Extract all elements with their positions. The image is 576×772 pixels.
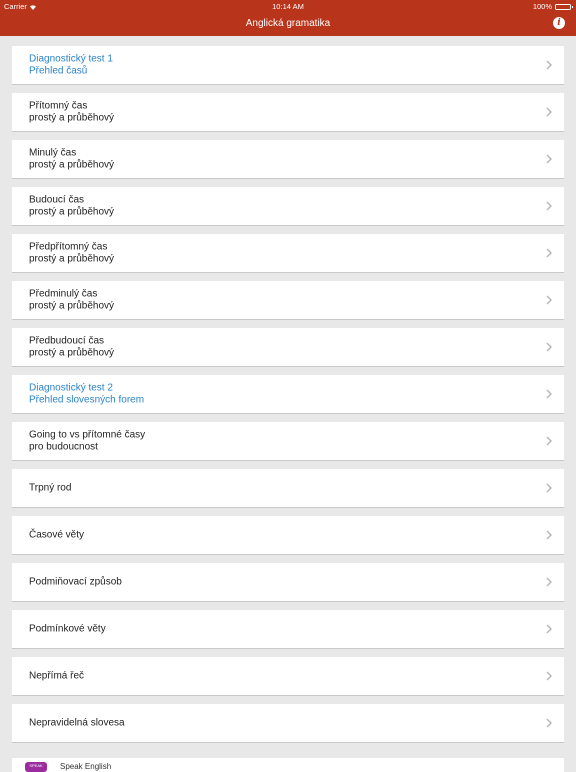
menu-item[interactable]: Předpřítomný čas prostý a průběhový	[12, 234, 564, 273]
menu-item-subtitle: prostý a průběhový	[29, 347, 115, 358]
menu-item-title: Časové věty	[29, 529, 85, 541]
menu-item-text: Podmínkové věty	[29, 623, 106, 635]
menu-item[interactable]: Diagnostický test 2 Přehled slovesných fo…	[12, 375, 564, 414]
menu-item-title: Předpřítomný čas	[29, 241, 108, 253]
menu-item-subtitle: prostý a průběhový	[29, 159, 115, 170]
battery-percent: 100%	[532, 2, 552, 11]
menu-item-subtitle: pro budoucnost	[29, 441, 98, 452]
menu-item[interactable]: Trpný rod	[12, 469, 564, 508]
menu-item-text: Přítomný čas prostý a průběhový	[29, 101, 114, 124]
chevron-right-icon	[546, 577, 552, 587]
menu-item-text: Předbudoucí čas prostý a průběhový	[29, 336, 114, 359]
page-title: Anglická gramatika	[245, 18, 331, 29]
status-time: 10:14 AM	[272, 2, 304, 11]
chevron-right-icon	[546, 107, 552, 117]
menu-item-text: Nepřímá řeč	[29, 670, 84, 682]
menu-list: Diagnostický test 1 Přehled časů Přítomný …	[12, 46, 564, 751]
menu-item[interactable]: Přítomný čas prostý a průběhový	[12, 93, 564, 132]
chevron-right-icon	[546, 389, 552, 399]
chevron-right-icon	[546, 671, 552, 681]
chevron-right-icon	[546, 295, 552, 305]
menu-item[interactable]: Nepřímá řeč	[12, 657, 564, 696]
menu-item-subtitle: prostý a průběhový	[29, 253, 115, 264]
menu-item-title: Nepravidelná slovesa	[29, 717, 125, 729]
menu-item[interactable]: Podmínkové věty	[12, 610, 564, 649]
app-icon: SPEAK	[25, 762, 47, 772]
menu-item-subtitle: prostý a průběhový	[29, 112, 115, 123]
menu-item-title: Předminulý čas	[29, 288, 98, 300]
menu-item-title: Going to vs přítomné časy	[29, 429, 146, 441]
menu-item-title: Přítomný čas	[29, 100, 88, 112]
chevron-right-icon	[546, 154, 552, 164]
menu-item[interactable]: Podmiňovací způsob	[12, 563, 564, 602]
menu-item-subtitle: Přehled časů	[29, 65, 88, 76]
menu-item-text: Podmiňovací způsob	[29, 576, 122, 588]
chevron-right-icon	[546, 718, 552, 728]
chevron-right-icon	[546, 60, 552, 70]
menu-item-title: Trpný rod	[29, 482, 72, 494]
menu-item-text: Budoucí čas prostý a průběhový	[29, 195, 114, 218]
chevron-right-icon	[546, 436, 552, 446]
status-bar: Carrier 10:14 AM 100%	[0, 0, 576, 12]
menu-item-text: Diagnostický test 1 Přehled časů	[29, 54, 113, 77]
menu-item[interactable]: Minulý čas prostý a průběhový	[12, 140, 564, 179]
menu-item[interactable]: Předminulý čas prostý a průběhový	[12, 281, 564, 320]
menu-item-subtitle: Přehled slovesných forem	[29, 394, 145, 405]
info-icon[interactable]: i	[553, 17, 565, 29]
menu-item[interactable]: Předbudoucí čas prostý a průběhový	[12, 328, 564, 367]
menu-item-subtitle: prostý a průběhový	[29, 300, 115, 311]
navigation-bar: Anglická gramatika i	[0, 12, 576, 36]
menu-item[interactable]: Časové věty	[12, 516, 564, 555]
menu-item[interactable]: Nepravidelná slovesa	[12, 704, 564, 743]
menu-item-title: Podmínkové věty	[29, 623, 106, 635]
menu-item-title: Minulý čas	[29, 147, 77, 159]
promo-app-row[interactable]: SPEAK Speak English	[12, 758, 564, 772]
chevron-right-icon	[546, 248, 552, 258]
menu-item-text: Going to vs přítomné časy pro budoucnost	[29, 430, 145, 453]
chevron-right-icon	[546, 530, 552, 540]
menu-item-text: Trpný rod	[29, 482, 71, 494]
menu-item-text: Diagnostický test 2 Přehled slovesných fo…	[29, 383, 144, 406]
menu-item-text: Časové věty	[29, 529, 84, 541]
chevron-right-icon	[546, 624, 552, 634]
menu-item-title: Předbudoucí čas	[29, 335, 105, 347]
chevron-right-icon	[546, 342, 552, 352]
menu-item-title: Budoucí čas	[29, 194, 85, 206]
menu-item-text: Předpřítomný čas prostý a průběhový	[29, 242, 114, 265]
menu-item-title: Diagnostický test 1	[29, 53, 113, 65]
menu-item-subtitle: prostý a průběhový	[29, 206, 115, 217]
menu-item[interactable]: Going to vs přítomné časy pro budoucnost	[12, 422, 564, 461]
menu-item[interactable]: Budoucí čas prostý a průběhový	[12, 187, 564, 226]
menu-item-text: Nepravidelná slovesa	[29, 717, 125, 729]
menu-item-title: Nepřímá řeč	[29, 670, 85, 682]
chevron-right-icon	[546, 201, 552, 211]
battery-icon	[555, 3, 573, 10]
app-name: Speak English	[60, 762, 112, 771]
battery-area: 100%	[532, 2, 573, 11]
menu-item-title: Diagnostický test 2	[29, 382, 113, 394]
menu-item[interactable]: Diagnostický test 1 Přehled časů	[12, 46, 564, 85]
menu-item-title: Podmiňovací způsob	[29, 576, 122, 588]
menu-item-text: Předminulý čas prostý a průběhový	[29, 289, 114, 312]
menu-item-text: Minulý čas prostý a průběhový	[29, 148, 114, 171]
chevron-right-icon	[546, 483, 552, 493]
